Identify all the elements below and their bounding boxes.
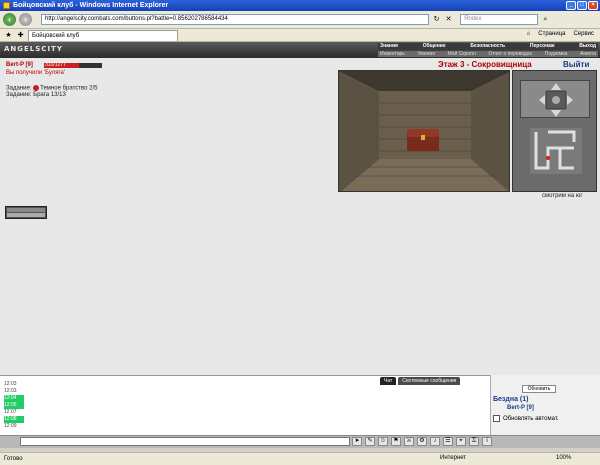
chat-tabs: Чат Системные сообщения: [380, 377, 461, 385]
submenu-dungeon[interactable]: Подземка: [543, 51, 570, 57]
menu-character[interactable]: Персонаж: [528, 43, 557, 50]
exit-link[interactable]: Выйти: [563, 60, 589, 69]
home-icon[interactable]: ⌂: [527, 31, 531, 37]
task-line: Задание: Темное братство 2/5: [6, 85, 97, 92]
dungeon-map-image: [534, 130, 576, 170]
smile-icon[interactable]: ☺: [378, 437, 388, 446]
tab-system-messages[interactable]: Системные сообщения: [398, 377, 461, 385]
filter-icon[interactable]: ⚑: [391, 437, 401, 446]
search-input[interactable]: Яndex: [460, 14, 538, 25]
url-input[interactable]: http://angelscity.combats.com/buttons.pl…: [41, 14, 429, 25]
submenu-scroll[interactable]: Мой Скролл: [446, 51, 478, 57]
task-line: Задание: Брага 13/13: [6, 92, 66, 98]
location-name: Бездна (1): [493, 396, 529, 403]
navigation-compass[interactable]: [520, 80, 590, 118]
chat-timestamp: 12:03: [4, 388, 17, 394]
refresh-icon[interactable]: ↻: [432, 15, 441, 24]
search-icon[interactable]: ⌕: [541, 15, 550, 24]
received-message: Вы получили 'Буляга': [6, 70, 66, 76]
maximize-button[interactable]: □: [577, 1, 587, 10]
game-content: [0, 58, 600, 375]
top-menu: Знания Общение Безопасность Персонаж Вых…: [378, 43, 598, 50]
chat-toolbar: ➤ ✎ ☺ ⚑ ⚔ ⚙ ♪ ☰ ⌖ ⚿ i: [352, 437, 492, 446]
menu-communication[interactable]: Общение: [421, 43, 448, 50]
list-icon[interactable]: ☰: [443, 437, 453, 446]
page-menu[interactable]: Страница: [538, 31, 565, 37]
address-bar: ‹ › http://angelscity.combats.com/button…: [0, 11, 600, 29]
hp-text: 310/1277: [45, 62, 66, 68]
task-label: Задание:: [6, 85, 32, 92]
back-button[interactable]: ‹: [3, 13, 16, 26]
character-name[interactable]: Bert-P [9]: [6, 62, 33, 68]
close-button[interactable]: ×: [588, 1, 598, 10]
menu-exit[interactable]: Выход: [577, 43, 598, 50]
compass-arrows-icon: [539, 83, 573, 117]
window-titlebar: Бойцовский клуб - Windows Internet Explo…: [0, 0, 600, 11]
chat-timestamp: 12:07: [4, 409, 17, 415]
menu-knowledge[interactable]: Знания: [378, 43, 400, 50]
sub-menu: Инвентарь Умения Мой Скролл Отчет о пере…: [378, 51, 598, 57]
quest-icon: [33, 85, 40, 91]
window-title: Бойцовский клуб - Windows Internet Explo…: [13, 2, 169, 9]
dungeon-scene-image: [339, 71, 509, 191]
task-value: Темное братство 2/5: [40, 85, 98, 92]
dungeon-map: [530, 128, 582, 174]
player-in-location[interactable]: Bert-P [9]: [507, 405, 534, 411]
facing-direction: смотрим на юг: [542, 193, 583, 199]
command-bar: ⌂ Страница Сервис: [527, 31, 594, 37]
settings-icon[interactable]: ⚙: [417, 437, 427, 446]
lock-icon[interactable]: ⚿: [469, 437, 479, 446]
auto-refresh-label: Обновлять автомат.: [503, 415, 559, 422]
stop-icon[interactable]: ✕: [444, 15, 453, 24]
online-counter-badge: [5, 206, 47, 219]
forward-button[interactable]: ›: [19, 13, 32, 26]
game-logo: ANGELSCITY: [4, 45, 63, 53]
submenu-profile[interactable]: Анкета: [578, 51, 598, 57]
status-bar: Готово: [0, 452, 600, 465]
submenu-skills[interactable]: Умения: [415, 51, 436, 57]
dungeon-view[interactable]: [338, 70, 510, 192]
chat-timestamp: 12:03: [4, 381, 17, 387]
music-icon[interactable]: ♪: [430, 437, 440, 446]
map-icon[interactable]: ⌖: [456, 437, 466, 446]
security-zone: Интернет: [440, 455, 467, 461]
tab-chat[interactable]: Чат: [380, 377, 397, 385]
refresh-button[interactable]: Обновить: [522, 385, 556, 393]
send-icon[interactable]: ➤: [352, 437, 362, 446]
fight-icon[interactable]: ⚔: [404, 437, 414, 446]
tab-bar: ★ ✚ Бойцовский клуб ⌂ Страница Сервис: [0, 29, 600, 42]
task-value: Брага 13/13: [33, 92, 66, 98]
auto-refresh-checkbox[interactable]: [493, 415, 500, 422]
chat-input[interactable]: [20, 437, 350, 446]
window-controls: _ □ ×: [566, 1, 598, 10]
chat-timestamp: 12:04: [4, 395, 24, 402]
submenu-transfers[interactable]: Отчет о переводах: [486, 51, 534, 57]
submenu-inventory[interactable]: Инвентарь: [378, 51, 407, 57]
task-label: Задание:: [6, 92, 32, 98]
add-favorite-icon[interactable]: ✚: [16, 31, 25, 40]
auto-refresh-option[interactable]: Обновлять автомат.: [493, 415, 559, 422]
minimize-button[interactable]: _: [566, 1, 576, 10]
tab-combats[interactable]: Бойцовский клуб: [28, 29, 178, 41]
chat-timestamp: 12:09: [4, 423, 17, 429]
floor-title: Этаж 3 - Сокровищница: [438, 60, 532, 69]
menu-security[interactable]: Безопасность: [468, 43, 507, 50]
chat-timestamp: 12:05: [4, 402, 24, 409]
tools-menu[interactable]: Сервис: [573, 31, 594, 37]
zoom-level[interactable]: 100%: [556, 452, 571, 464]
ie-icon: [3, 2, 10, 9]
clear-icon[interactable]: ✎: [365, 437, 375, 446]
favorites-star-icon[interactable]: ★: [4, 31, 13, 40]
chat-timestamp: 12:08: [4, 416, 24, 423]
info-icon[interactable]: i: [482, 437, 492, 446]
